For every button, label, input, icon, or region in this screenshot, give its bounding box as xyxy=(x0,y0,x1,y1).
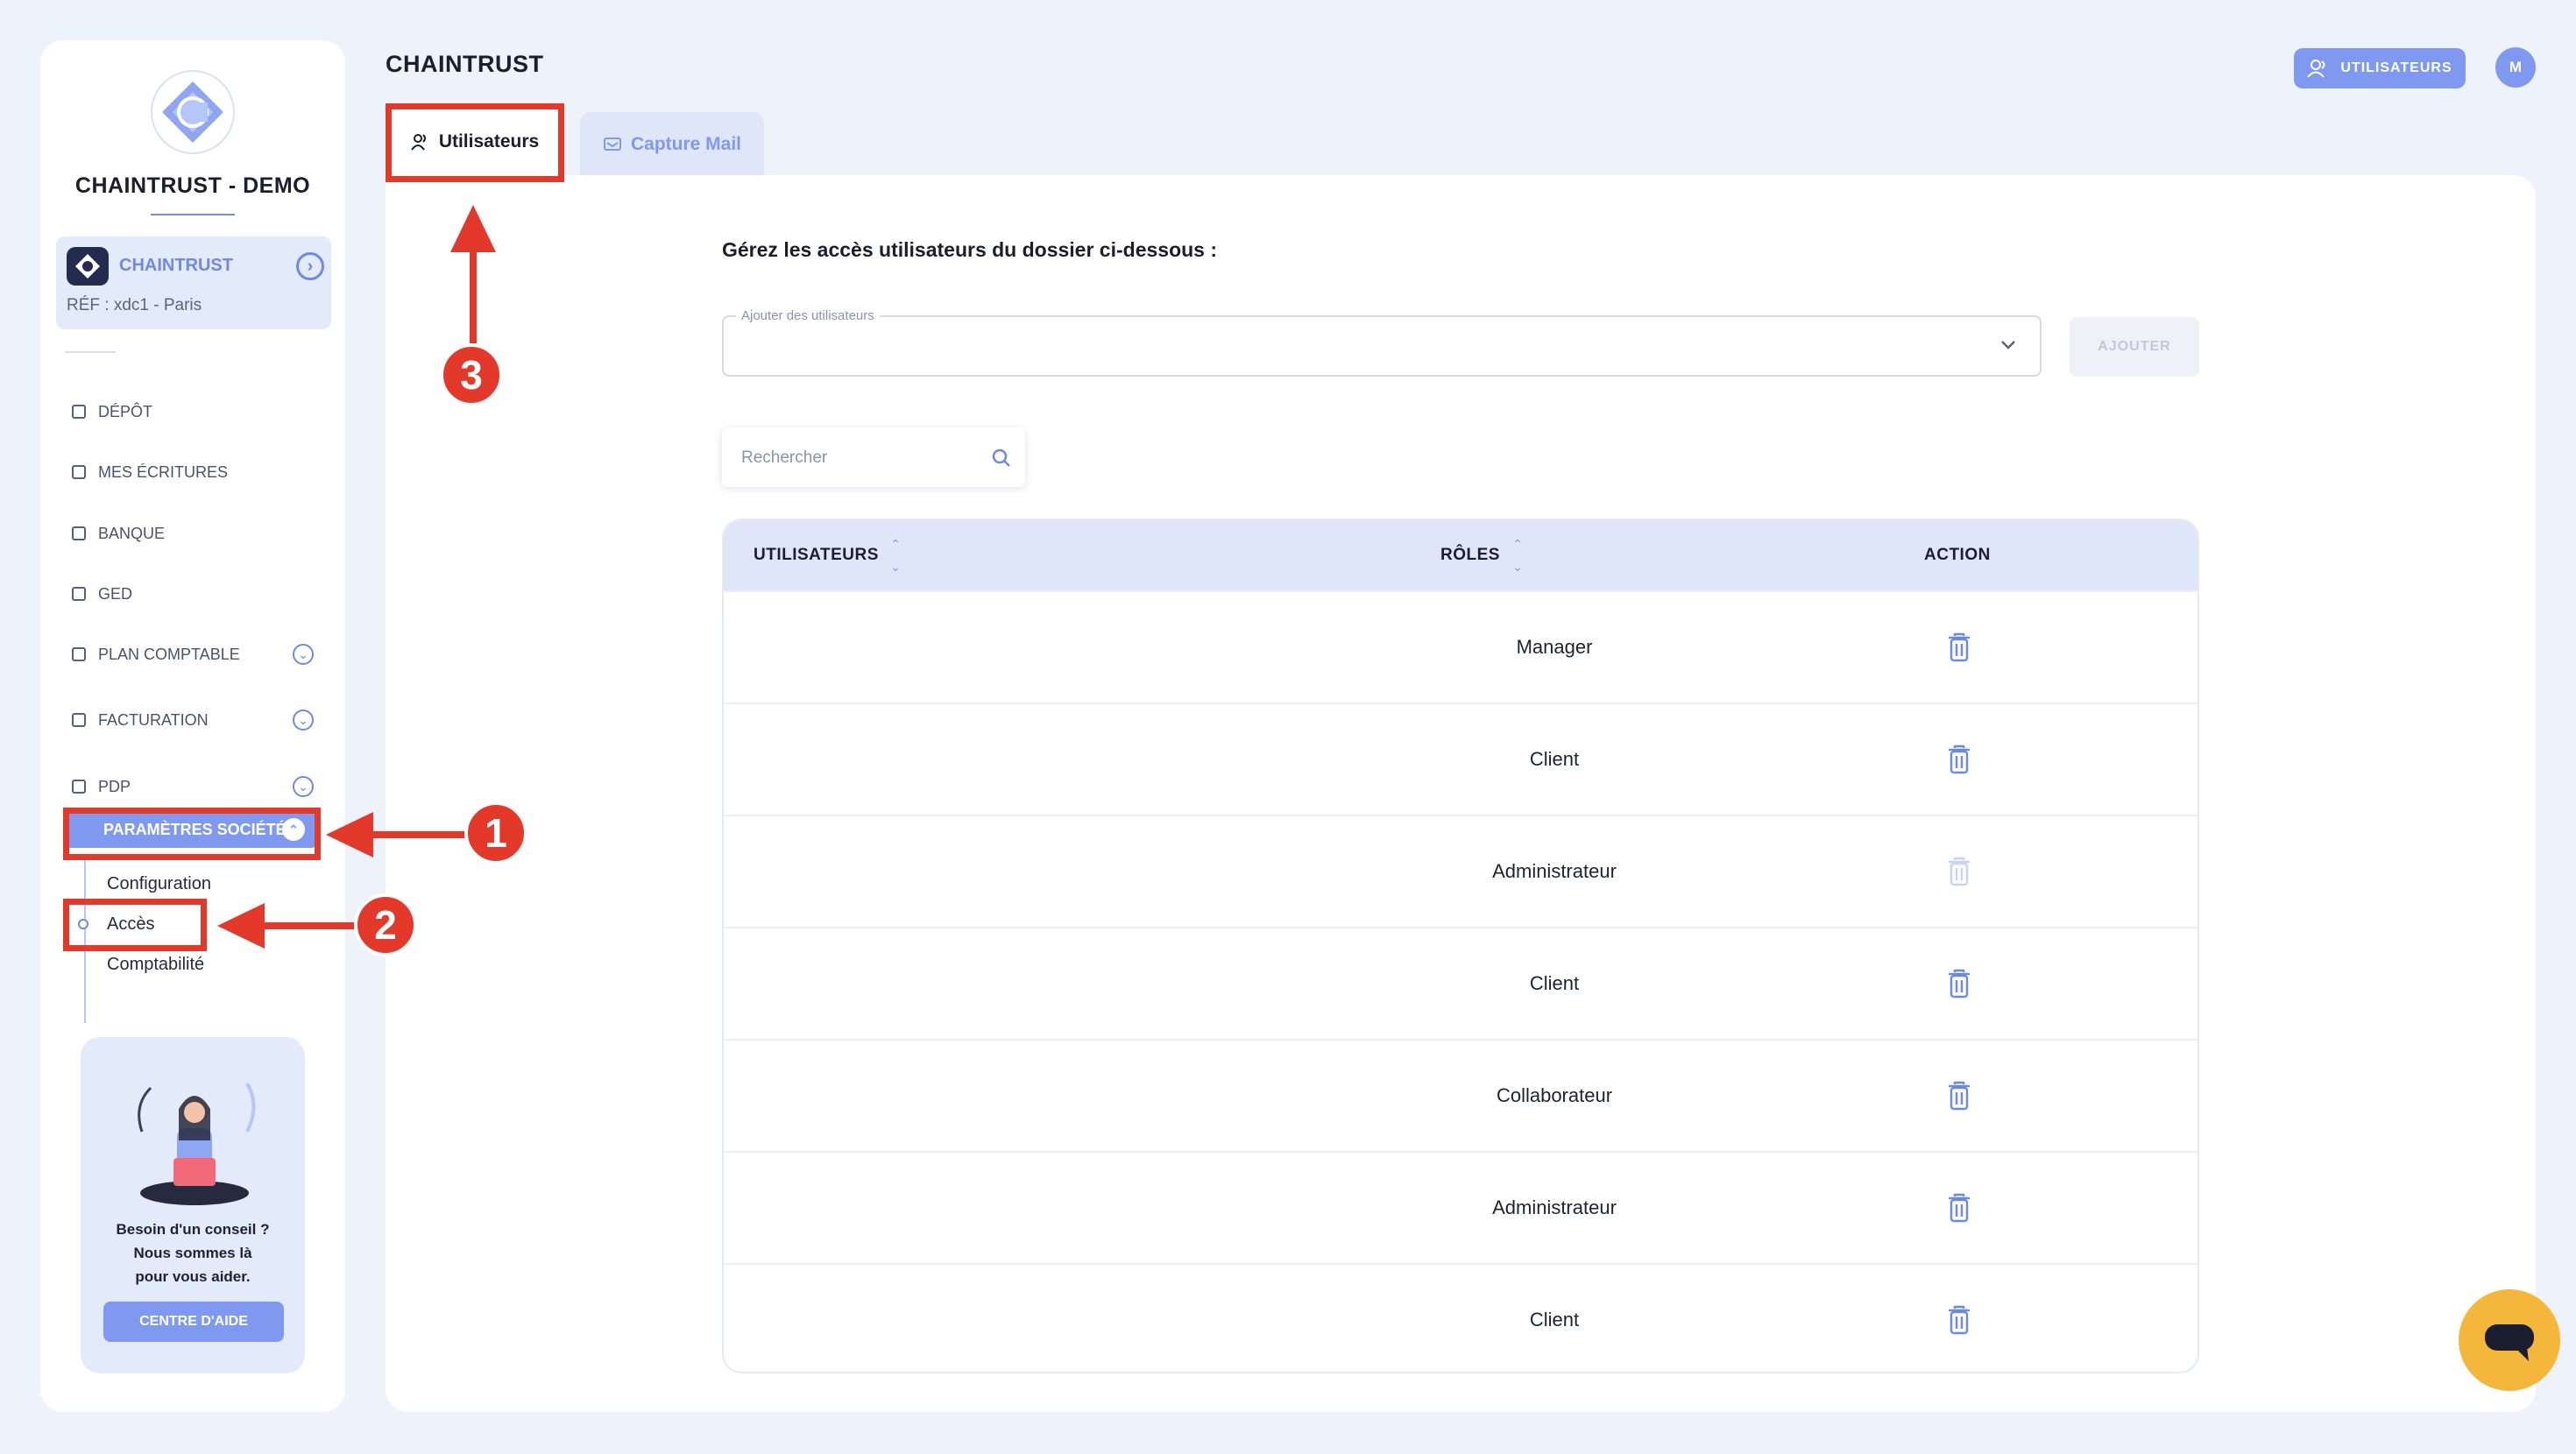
chat-button[interactable] xyxy=(2459,1289,2560,1391)
annotation-badge-3: 3 xyxy=(440,343,503,406)
annotation-badge-1: 1 xyxy=(464,801,527,865)
annotation-badge-2: 2 xyxy=(354,893,417,956)
chat-icon xyxy=(2485,1324,2534,1361)
annotation-arrows xyxy=(217,205,496,949)
